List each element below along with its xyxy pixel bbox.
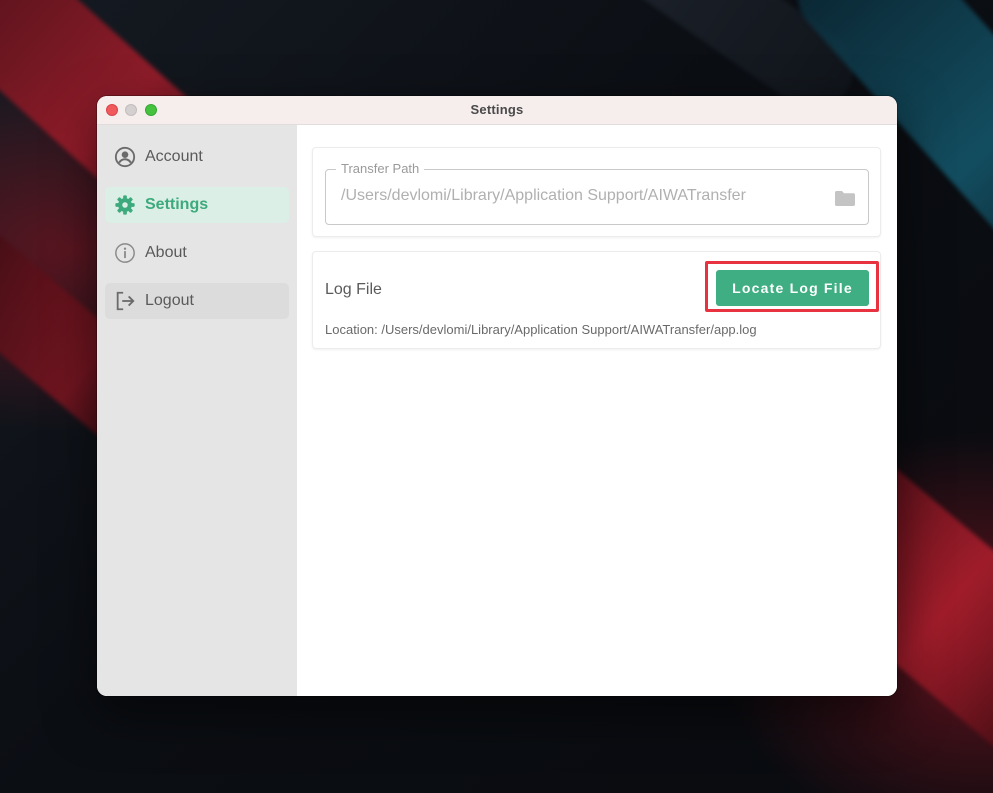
settings-window: Settings Account Settings About Logout T… <box>97 96 897 696</box>
gear-icon <box>115 195 135 215</box>
title-bar[interactable]: Settings <box>97 96 897 125</box>
logout-icon <box>116 291 135 311</box>
settings-content: Transfer Path Log File Locate Log File L… <box>297 125 897 696</box>
sidebar: Account Settings About Logout <box>97 125 297 696</box>
account-circle-icon <box>114 146 136 168</box>
window-title: Settings <box>470 102 524 117</box>
log-file-card: Log File Locate Log File Location: /User… <box>312 251 881 349</box>
transfer-path-input[interactable] <box>341 187 821 205</box>
sidebar-item-logout[interactable]: Logout <box>105 283 289 319</box>
transfer-path-card: Transfer Path <box>312 147 881 237</box>
sidebar-item-label: Logout <box>145 292 194 309</box>
sidebar-item-label: Account <box>145 148 203 165</box>
sidebar-item-label: Settings <box>145 196 209 213</box>
sidebar-item-about[interactable]: About <box>105 235 289 271</box>
log-file-location: Location: /Users/devlomi/Library/Applica… <box>325 322 757 337</box>
sidebar-item-account[interactable]: Account <box>105 139 289 175</box>
locate-log-file-button[interactable]: Locate Log File <box>716 270 869 306</box>
log-file-label: Log File <box>325 281 382 298</box>
sidebar-item-settings[interactable]: Settings <box>105 187 289 223</box>
folder-icon[interactable] <box>834 189 856 207</box>
info-icon <box>115 243 135 263</box>
transfer-path-label: Transfer Path <box>336 161 425 176</box>
transfer-path-field[interactable]: Transfer Path <box>325 161 869 225</box>
sidebar-item-label: About <box>145 244 187 261</box>
